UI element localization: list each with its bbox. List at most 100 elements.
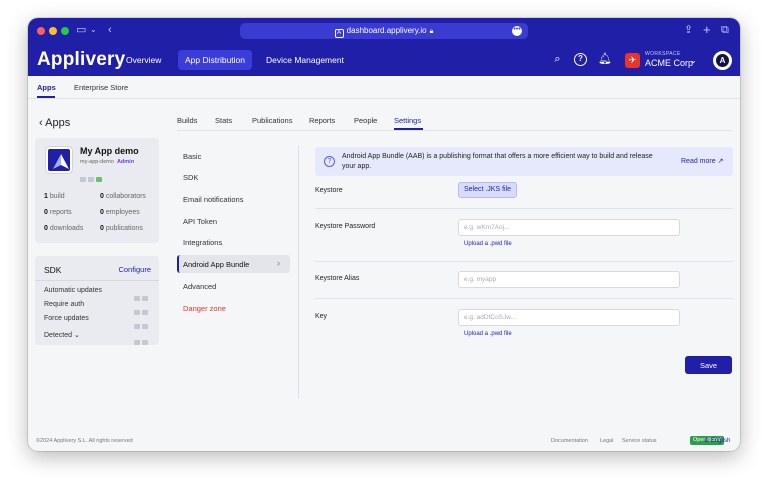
settings-menu-integrations[interactable]: Integrations [183, 238, 222, 247]
sdk-row-force-updates: Force updates [44, 315, 89, 322]
sdk-row-detected[interactable]: Detected ⌄ [44, 331, 80, 339]
read-more-link[interactable]: Read more ↗ [681, 157, 723, 165]
subtab-enterprise-store[interactable]: Enterprise Store [74, 83, 128, 92]
language-selector[interactable]: ⊕ English [704, 437, 730, 444]
keystore-password-label: Keystore Password [315, 223, 376, 230]
stat-builds: 1 build [44, 193, 65, 200]
settings-menu-email-notifications[interactable]: Email notifications [183, 195, 243, 204]
sdk-platform-indicators [132, 316, 150, 329]
workspace-name[interactable]: ACME Corp [645, 58, 693, 68]
save-button[interactable]: Save [685, 356, 732, 374]
settings-menu-danger-zone[interactable]: Danger zone [183, 304, 226, 313]
help-icon[interactable]: ? [574, 53, 587, 66]
stat-reports: 0 reports [44, 209, 72, 216]
nav-overview[interactable]: Overview [119, 50, 168, 70]
chevron-down-icon: ⌄ [73, 332, 80, 339]
role-badge: Admin [116, 159, 135, 165]
minimize-window-button[interactable] [49, 27, 57, 35]
documentation-link[interactable]: Documentation [551, 438, 588, 444]
stat-publications: 0 publications [100, 225, 143, 232]
app-slug: my-app-demo Admin [80, 159, 134, 165]
back-label: Apps [45, 117, 71, 129]
app-summary-card: My App demo my-app-demo Admin 1 build 0 c… [35, 138, 159, 243]
banner-text: Android App Bundle (AAB) is a publishing… [342, 153, 653, 170]
sdk-platform-indicators [132, 332, 150, 345]
site-favicon-icon: A [334, 29, 344, 38]
sdk-row-automatic-updates: Automatic updates [44, 287, 102, 294]
tab-reports[interactable]: Reports [309, 116, 335, 125]
chevron-down-icon[interactable]: ⌄ [90, 23, 97, 37]
tabs-divider [177, 130, 732, 131]
lock-icon: 🔒︎ [429, 28, 434, 35]
subtab-apps[interactable]: Apps [37, 83, 56, 92]
stat-collaborators: 0 collaborators [100, 193, 146, 200]
tab-active-indicator [394, 128, 423, 130]
platform-indicators [80, 169, 104, 187]
close-window-button[interactable] [37, 27, 45, 35]
tab-builds[interactable]: Builds [177, 116, 197, 125]
more-options-icon[interactable]: ••• [512, 26, 522, 36]
app-header: Applivery Overview App Distribution Devi… [28, 44, 740, 76]
sidebar-icon[interactable]: ▭ [76, 23, 86, 37]
service-status-link[interactable]: Service status [622, 438, 657, 444]
legal-link[interactable]: Legal [600, 438, 613, 444]
tab-stats[interactable]: Stats [215, 116, 232, 125]
divider [315, 208, 733, 209]
sdk-row-require-auth: Require auth [44, 301, 85, 308]
browser-window: ▭ ⌄ ‹ Adashboard.applivery.io 🔒︎ ••• ⇪ + … [28, 18, 740, 451]
app-name: My App demo [80, 146, 139, 156]
app-icon [46, 147, 72, 173]
upload-key-pwd-link[interactable]: Upload a .pwd file [464, 331, 512, 337]
app-slug-text: my-app-demo [80, 159, 114, 165]
sdk-card: SDK Configure Automatic updates Require … [35, 256, 159, 345]
keystore-alias-input[interactable] [458, 271, 680, 288]
workspace-logo-icon[interactable]: ✈︎ [625, 53, 640, 68]
tab-overview-icon[interactable]: ⧉ [721, 23, 729, 37]
app-logo-icon [53, 154, 69, 169]
sub-tabs: Apps Enterprise Store [28, 76, 740, 99]
windows-icon [88, 177, 94, 182]
upload-pwd-link[interactable]: Upload a .pwd file [464, 241, 512, 247]
settings-menu-basic[interactable]: Basic [183, 152, 201, 161]
stat-downloads: 0 downloads [44, 225, 84, 232]
select-jks-button[interactable]: Select .JKS file [458, 182, 517, 198]
search-icon[interactable]: ⌕ [551, 53, 564, 66]
settings-menu-api-token[interactable]: API Token [183, 217, 217, 226]
address-bar[interactable]: Adashboard.applivery.io 🔒︎ ••• [240, 23, 528, 39]
help-circle-icon: ? [324, 156, 335, 167]
android-icon [96, 177, 102, 182]
sdk-configure-link[interactable]: Configure [118, 265, 151, 274]
settings-menu-android-app-bundle[interactable]: Android App Bundle [183, 260, 249, 269]
sdk-title: SDK [44, 265, 62, 275]
divider [315, 261, 733, 262]
key-label: Key [315, 313, 328, 320]
keystore-password-input[interactable] [458, 219, 680, 236]
stat-employees: 0 employees [100, 209, 140, 216]
share-icon[interactable]: ⇪ [684, 23, 693, 37]
workspace-chevron-down-icon[interactable]: ⌄ [690, 56, 697, 65]
settings-menu-advanced[interactable]: Advanced [183, 282, 216, 291]
avatar[interactable]: A [713, 51, 732, 70]
zoom-window-button[interactable] [61, 27, 69, 35]
keystore-alias-label: Keystore Alias [315, 275, 360, 282]
subtab-active-indicator [37, 96, 55, 98]
back-arrow-icon[interactable]: ‹ [108, 23, 112, 37]
external-link-icon: ↗ [717, 158, 724, 165]
nav-app-distribution[interactable]: App Distribution [178, 50, 253, 70]
settings-menu-sdk[interactable]: SDK [183, 173, 198, 182]
key-input[interactable] [458, 309, 680, 326]
tab-settings[interactable]: Settings [394, 116, 421, 125]
tab-publications[interactable]: Publications [252, 116, 292, 125]
workspace-label: WORKSPACE [645, 51, 681, 57]
applivery-logo[interactable]: Applivery [37, 49, 125, 71]
bell-icon[interactable]: 🔔︎ [598, 53, 612, 66]
browser-chrome: ▭ ⌄ ‹ Adashboard.applivery.io 🔒︎ ••• ⇪ + … [28, 18, 740, 44]
nav-device-management[interactable]: Device Management [259, 50, 351, 70]
sdk-platform-indicators [132, 288, 150, 301]
url-text: dashboard.applivery.io [346, 26, 427, 35]
divider [315, 298, 733, 299]
back-to-apps-link[interactable]: ‹ Apps [39, 117, 70, 129]
tab-people[interactable]: People [354, 116, 377, 125]
new-tab-plus-icon[interactable]: + [703, 23, 711, 36]
divider [35, 280, 159, 281]
